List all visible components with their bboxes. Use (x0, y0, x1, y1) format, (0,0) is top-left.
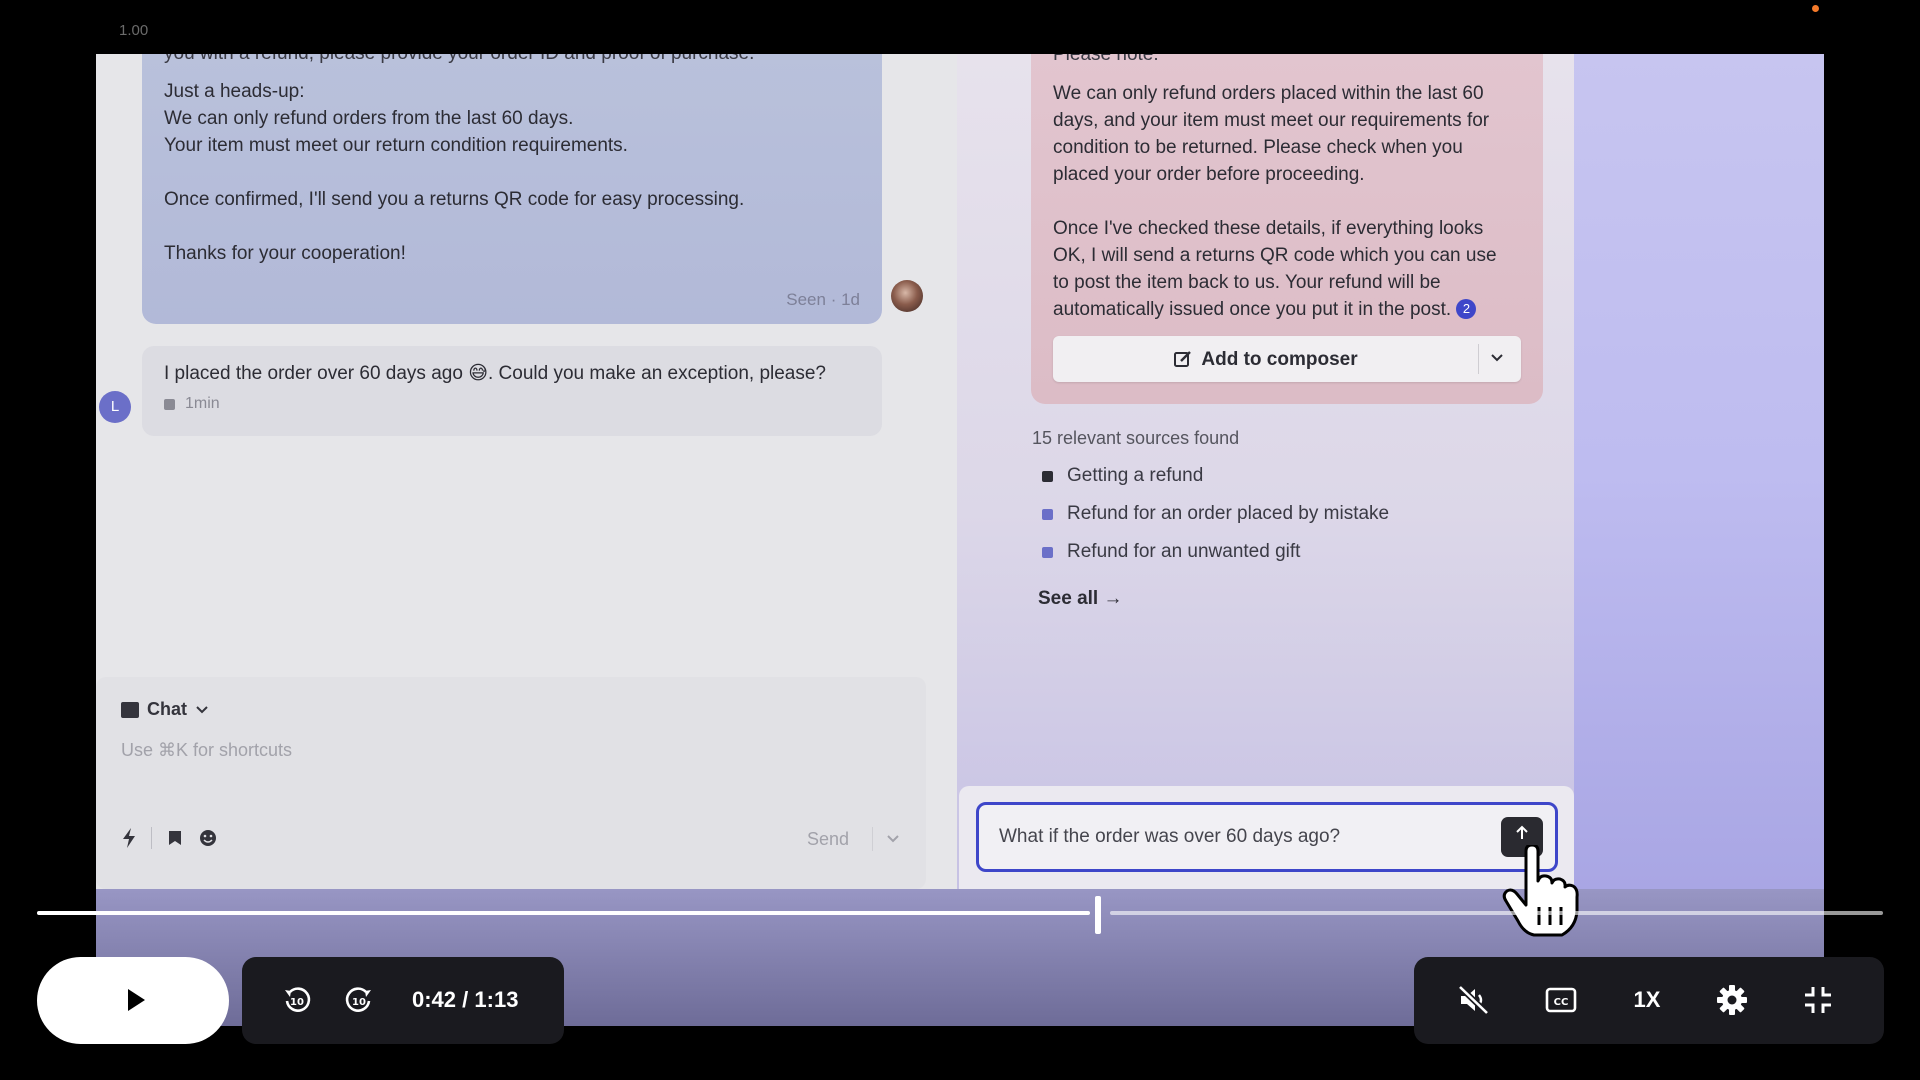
time-display: 0:42 / 1:13 (412, 987, 518, 1013)
forward-10-button[interactable]: 10 (334, 975, 384, 1025)
copilot-question-text: What if the order was over 60 days ago? (999, 826, 1341, 847)
reply-composer[interactable]: Chat Use ⌘K for shortcuts Send (96, 677, 926, 889)
copilot-line: We can only refund orders placed within … (1053, 83, 1484, 104)
svg-text:10: 10 (352, 997, 366, 1008)
forward-10-icon: 10 (345, 987, 371, 1012)
add-to-composer-button[interactable]: Add to composer (1053, 336, 1521, 382)
fullscreen-exit-icon (1805, 987, 1831, 1013)
user-message-bubble: I placed the order over 60 days ago 😅. C… (142, 346, 882, 436)
chevron-down-icon (196, 705, 208, 713)
message-status: Seen · 1d (786, 290, 860, 309)
playback-controls: 10 10 0:42 / 1:13 (242, 957, 564, 1044)
send-options-chevron-icon[interactable] (886, 827, 900, 851)
user-message-time: 1min (185, 395, 220, 412)
copilot-ask-area: What if the order was over 60 days ago? (959, 786, 1574, 889)
bookmark-icon[interactable] (166, 829, 184, 847)
conversation-pane: you with a refund, please provide your o… (96, 54, 957, 889)
current-time: 0:42 (412, 987, 457, 1012)
svg-text:10: 10 (290, 997, 304, 1008)
composer-placeholder[interactable]: Use ⌘K for shortcuts (121, 740, 292, 761)
copilot-line-text: automatically issued once you put it in … (1053, 299, 1452, 320)
rewind-10-icon: 10 (285, 987, 311, 1012)
composer-mode-dropdown[interactable]: Chat (121, 699, 209, 720)
settings-icon (1717, 985, 1747, 1015)
add-to-composer-label: Add to composer (1201, 348, 1358, 370)
see-all-link[interactable]: See all → (1038, 588, 1123, 610)
seek-played (37, 911, 1090, 915)
captions-button[interactable]: CC (1536, 975, 1586, 1025)
copilot-answer-card: Please note: We can only refund orders p… (1031, 54, 1543, 404)
agent-line: We can only refund orders from the last … (164, 108, 574, 129)
send-button[interactable]: Send (807, 829, 849, 850)
composer-toolbar (121, 827, 218, 849)
copilot-line: automatically issued once you put it in … (1053, 296, 1521, 323)
copilot-line: placed your order before proceeding. (1053, 164, 1365, 185)
conversation-icon (1042, 508, 1053, 520)
edit-icon (1174, 351, 1192, 367)
source-title: Refund for an unwanted gift (1067, 541, 1301, 562)
copilot-line: Once I've checked these details, if ever… (1053, 218, 1484, 239)
chat-channel-icon (164, 398, 175, 410)
add-button-divider (1478, 344, 1479, 374)
copilot-cut-line: Please note: (1053, 54, 1159, 65)
seek-remaining (1110, 911, 1883, 915)
play-button[interactable] (37, 957, 229, 1044)
article-icon (1042, 470, 1053, 482)
copilot-line: OK, I will send a returns QR code which … (1053, 245, 1497, 266)
arrow-up-icon (1516, 825, 1528, 839)
agent-message-cut-line: you with a refund, please provide your o… (164, 54, 754, 67)
copilot-question-input[interactable]: What if the order was over 60 days ago? (976, 802, 1558, 872)
agent-message-bubble: you with a refund, please provide your o… (142, 54, 882, 324)
chevron-down-icon[interactable] (1489, 346, 1505, 370)
agent-line: Thanks for your cooperation! (164, 243, 406, 264)
source-title: Refund for an order placed by mistake (1067, 503, 1390, 524)
user-message-text: I placed the order over 60 days ago 😅. C… (164, 363, 826, 384)
mute-button[interactable] (1449, 975, 1499, 1025)
duration: / 1:13 (462, 987, 519, 1012)
player-top-bar: 1.00 (0, 0, 1920, 54)
settings-button[interactable] (1707, 975, 1757, 1025)
user-avatar: L (99, 391, 131, 423)
mute-icon (1457, 984, 1490, 1016)
user-message-meta: 1min (164, 395, 860, 413)
fullscreen-exit-button[interactable] (1793, 975, 1843, 1025)
source-item[interactable]: Refund for an order placed by mistake (1042, 503, 1389, 525)
agent-line: Once confirmed, I'll send you a returns … (164, 189, 745, 210)
copilot-line: condition to be returned. Please check w… (1053, 137, 1463, 158)
speed-button[interactable]: 1X (1622, 975, 1672, 1025)
player-options: CC 1X (1414, 957, 1884, 1044)
source-item[interactable]: Getting a refund (1042, 465, 1203, 487)
sources-heading: 15 relevant sources found (1032, 428, 1240, 448)
send-divider (872, 827, 873, 851)
citation-badge[interactable]: 2 (1456, 299, 1477, 319)
rewind-10-button[interactable]: 10 (272, 975, 322, 1025)
seek-bar[interactable] (37, 896, 1883, 936)
agent-avatar (891, 280, 923, 312)
svg-text:CC: CC (1554, 997, 1569, 1008)
agent-line: Just a heads-up: (164, 81, 305, 102)
version-label: 1.00 (119, 22, 149, 39)
chat-bubble-icon (121, 701, 139, 718)
recording-indicator (1812, 5, 1819, 12)
copilot-line: days, and your item must meet our requir… (1053, 110, 1490, 131)
play-icon (128, 989, 145, 1011)
captions-icon: CC (1545, 987, 1577, 1013)
seek-thumb[interactable] (1095, 896, 1101, 934)
lightning-icon[interactable] (121, 827, 137, 849)
source-item[interactable]: Refund for an unwanted gift (1042, 541, 1300, 563)
background-strip (1574, 54, 1824, 889)
source-title: Getting a refund (1067, 465, 1204, 486)
conversation-icon (1042, 546, 1053, 558)
composer-mode-label: Chat (147, 699, 187, 719)
copilot-line: to post the item back to us. Your refund… (1053, 272, 1441, 293)
agent-line: Your item must meet our return condition… (164, 135, 628, 156)
toolbar-divider (151, 827, 152, 849)
emoji-icon[interactable] (198, 828, 218, 848)
add-to-composer-main[interactable]: Add to composer (1053, 336, 1478, 382)
